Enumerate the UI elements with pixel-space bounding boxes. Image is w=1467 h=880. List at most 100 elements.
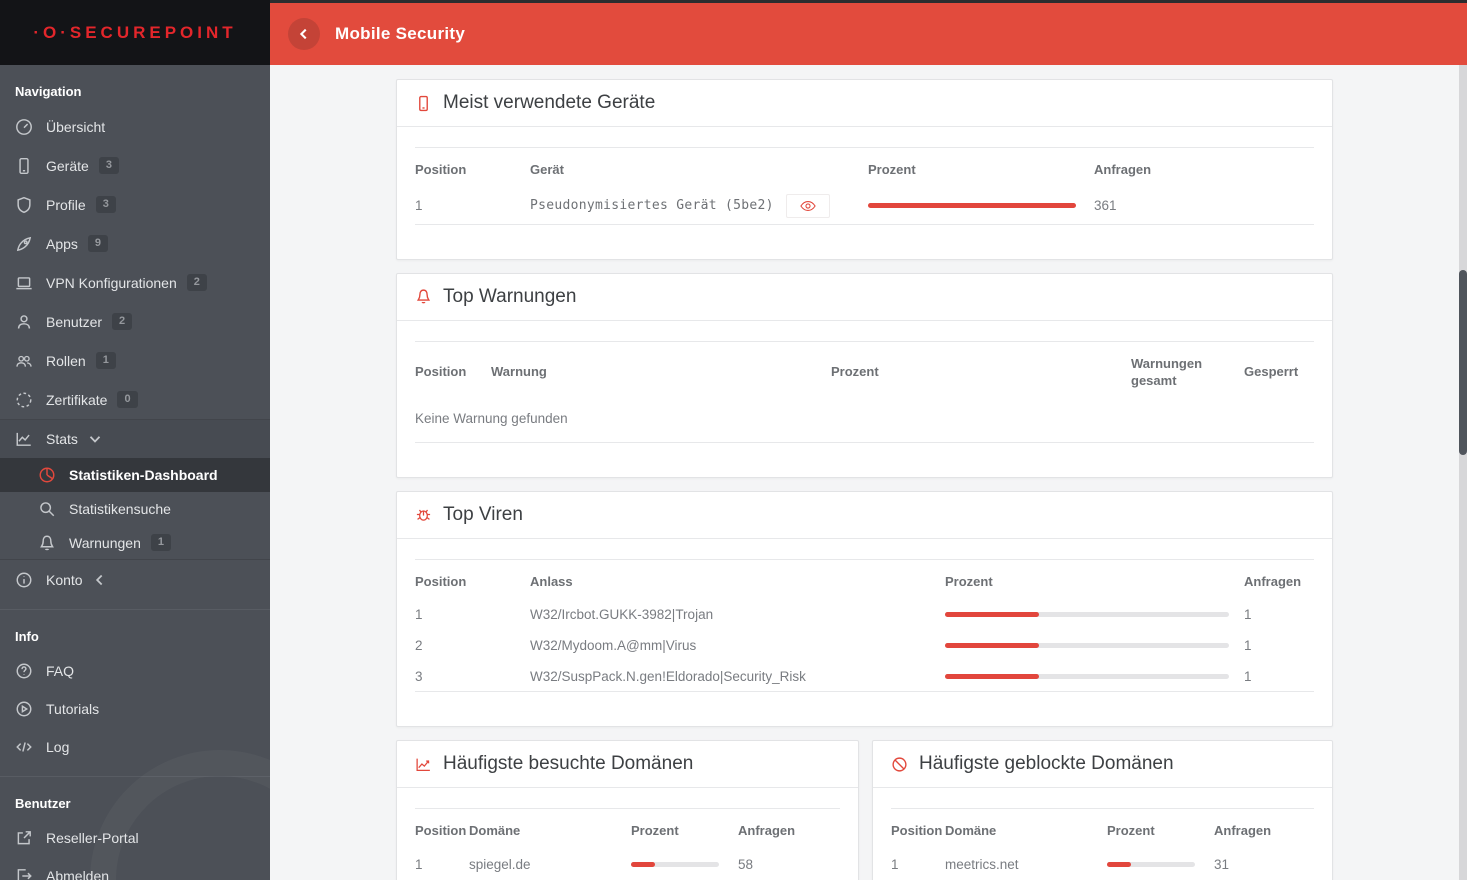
table-row: 1 meetrics.net 31 xyxy=(891,849,1314,880)
chevron-left-icon xyxy=(299,28,307,40)
column-header: Prozent xyxy=(945,573,993,589)
sidebar-item-label: Geräte xyxy=(46,157,89,174)
cell-position: 3 xyxy=(415,668,423,684)
page-title: Mobile Security xyxy=(335,24,466,43)
column-header: Warnung xyxy=(491,364,547,380)
percent-bar xyxy=(1107,861,1195,867)
column-header: Warnungen gesamt xyxy=(1131,355,1203,389)
scrollbar-track[interactable] xyxy=(1459,65,1467,880)
cell-position: 2 xyxy=(415,638,423,654)
column-header: Anfragen xyxy=(738,823,796,839)
cell-requests: 31 xyxy=(1214,856,1230,872)
card-header: Meist verwendete Geräte xyxy=(397,80,1332,127)
sidebar-item-statistikensuche[interactable]: Statistikensuche xyxy=(0,492,270,526)
sidebar-item-label: Rollen xyxy=(46,352,86,369)
logo-text: ·O·SECUREPOINT xyxy=(33,22,237,42)
sidebar-item-profile[interactable]: Profile 3 xyxy=(0,185,270,224)
count-badge: 3 xyxy=(98,157,119,174)
cell-position: 1 xyxy=(415,607,423,623)
sidebar-item-label: Reseller-Portal xyxy=(46,830,139,846)
column-header: Gesperrt xyxy=(1244,364,1299,380)
card-header: Häufigste besuchte Domänen xyxy=(397,741,858,789)
card-top-viruses: Top Viren Position Anlass Prozent Anfrag… xyxy=(396,490,1333,728)
sidebar-item-vpn-konfigurationen[interactable]: VPN Konfigurationen 2 xyxy=(0,263,270,302)
nav-section-benutzer: Benutzer Reseller-Portal Abmelden xyxy=(0,777,270,880)
cell-requests: 361 xyxy=(1094,198,1117,214)
sidebar-item-stats[interactable]: Stats xyxy=(0,419,270,458)
sidebar-item-reseller-portal[interactable]: Reseller-Portal xyxy=(0,819,270,857)
column-header: Position xyxy=(415,364,467,380)
sidebar-item-benutzer[interactable]: Benutzer 2 xyxy=(0,302,270,341)
column-header: Position xyxy=(891,823,943,839)
table-row: 1 spiegel.de 58 xyxy=(415,849,840,880)
column-header: Prozent xyxy=(831,364,879,380)
sidebar-item-label: VPN Konfigurationen xyxy=(46,274,177,291)
bell-icon xyxy=(38,534,56,552)
sidebar-item-geraete[interactable]: Geräte 3 xyxy=(0,146,270,185)
sidebar-item-label: Tutorials xyxy=(46,701,100,717)
back-button[interactable] xyxy=(288,18,320,50)
card-title-text: Top Viren xyxy=(443,503,523,525)
percent-bar xyxy=(945,643,1229,649)
sidebar-item-zertifikate[interactable]: Zertifikate 0 xyxy=(0,380,270,419)
sidebar-item-warnungen[interactable]: Warnungen 1 xyxy=(0,526,270,560)
table-header-row: Position Domäne Prozent Anfragen xyxy=(415,809,840,849)
table-header-row: Position Domäne Prozent Anfragen xyxy=(891,809,1314,849)
card-blocked-domains: Häufigste geblockte Domänen Position Dom… xyxy=(872,740,1333,880)
sidebar-item-label: Stats xyxy=(46,431,78,447)
chart-line-icon xyxy=(415,756,432,773)
column-header: Prozent xyxy=(1107,823,1155,839)
table-header-row: Position Gerät Prozent Anfragen xyxy=(415,148,1314,188)
sidebar-item-label: Übersicht xyxy=(46,118,106,135)
sidebar: ·O·SECUREPOINT Navigation Übersicht Gerä… xyxy=(0,0,270,880)
cell-requests: 58 xyxy=(738,856,754,872)
nav-section-title: Navigation xyxy=(15,84,82,99)
search-icon xyxy=(38,500,56,518)
table-row: 1 Pseudonymisiertes Gerät (5be2) 361 xyxy=(415,188,1314,225)
ban-icon xyxy=(891,756,908,773)
user-icon xyxy=(15,313,33,331)
bug-icon xyxy=(415,506,432,523)
percent-bar xyxy=(868,203,1076,209)
sidebar-item-uebersicht[interactable]: Übersicht xyxy=(0,107,270,146)
column-header: Anfragen xyxy=(1214,823,1272,839)
column-header: Position xyxy=(415,573,467,589)
certificate-icon xyxy=(15,391,33,409)
sidebar-item-apps[interactable]: Apps 9 xyxy=(0,224,270,263)
sidebar-item-abmelden[interactable]: Abmelden xyxy=(0,857,270,880)
sidebar-item-statistiken-dashboard[interactable]: Statistiken-Dashboard xyxy=(0,458,270,492)
sidebar-item-konto[interactable]: Konto xyxy=(0,560,270,599)
count-badge: 0 xyxy=(117,391,138,408)
percent-bar xyxy=(945,673,1229,679)
sidebar-item-label: Log xyxy=(46,739,70,755)
card-title-text: Meist verwendete Geräte xyxy=(443,92,656,113)
sidebar-item-log[interactable]: Log xyxy=(0,728,270,766)
view-device-button[interactable] xyxy=(785,193,830,218)
cell-position: 1 xyxy=(891,856,899,872)
card-title-text: Top Warnungen xyxy=(443,285,577,307)
chevron-down-icon xyxy=(86,430,104,448)
count-badge: 3 xyxy=(95,196,116,213)
logo[interactable]: ·O·SECUREPOINT xyxy=(0,0,270,65)
sidebar-item-label: Benutzer xyxy=(46,313,103,330)
scrollbar-thumb[interactable] xyxy=(1459,270,1467,455)
info-icon xyxy=(15,571,33,589)
card-header: Top Warnungen xyxy=(397,274,1332,321)
column-header: Gerät xyxy=(530,162,564,177)
count-badge: 9 xyxy=(87,235,109,252)
count-badge: 1 xyxy=(95,352,116,369)
users-icon xyxy=(15,352,33,370)
table-header-row: Position Anlass Prozent Anfragen xyxy=(415,560,1314,600)
column-header: Domäne xyxy=(945,823,997,839)
chart-icon xyxy=(15,430,33,448)
sidebar-item-faq[interactable]: FAQ xyxy=(0,652,270,690)
column-header: Position xyxy=(415,823,467,839)
sidebar-item-label: Statistiken-Dashboard xyxy=(69,467,218,483)
sidebar-item-rollen[interactable]: Rollen 1 xyxy=(0,341,270,380)
table-header-row: Position Warnung Prozent Warnungen gesam… xyxy=(415,342,1314,399)
chevron-left-icon xyxy=(91,571,109,589)
sidebar-item-tutorials[interactable]: Tutorials xyxy=(0,690,270,728)
mobile-icon xyxy=(15,157,33,175)
column-header: Prozent xyxy=(868,162,916,177)
percent-bar xyxy=(945,612,1229,618)
